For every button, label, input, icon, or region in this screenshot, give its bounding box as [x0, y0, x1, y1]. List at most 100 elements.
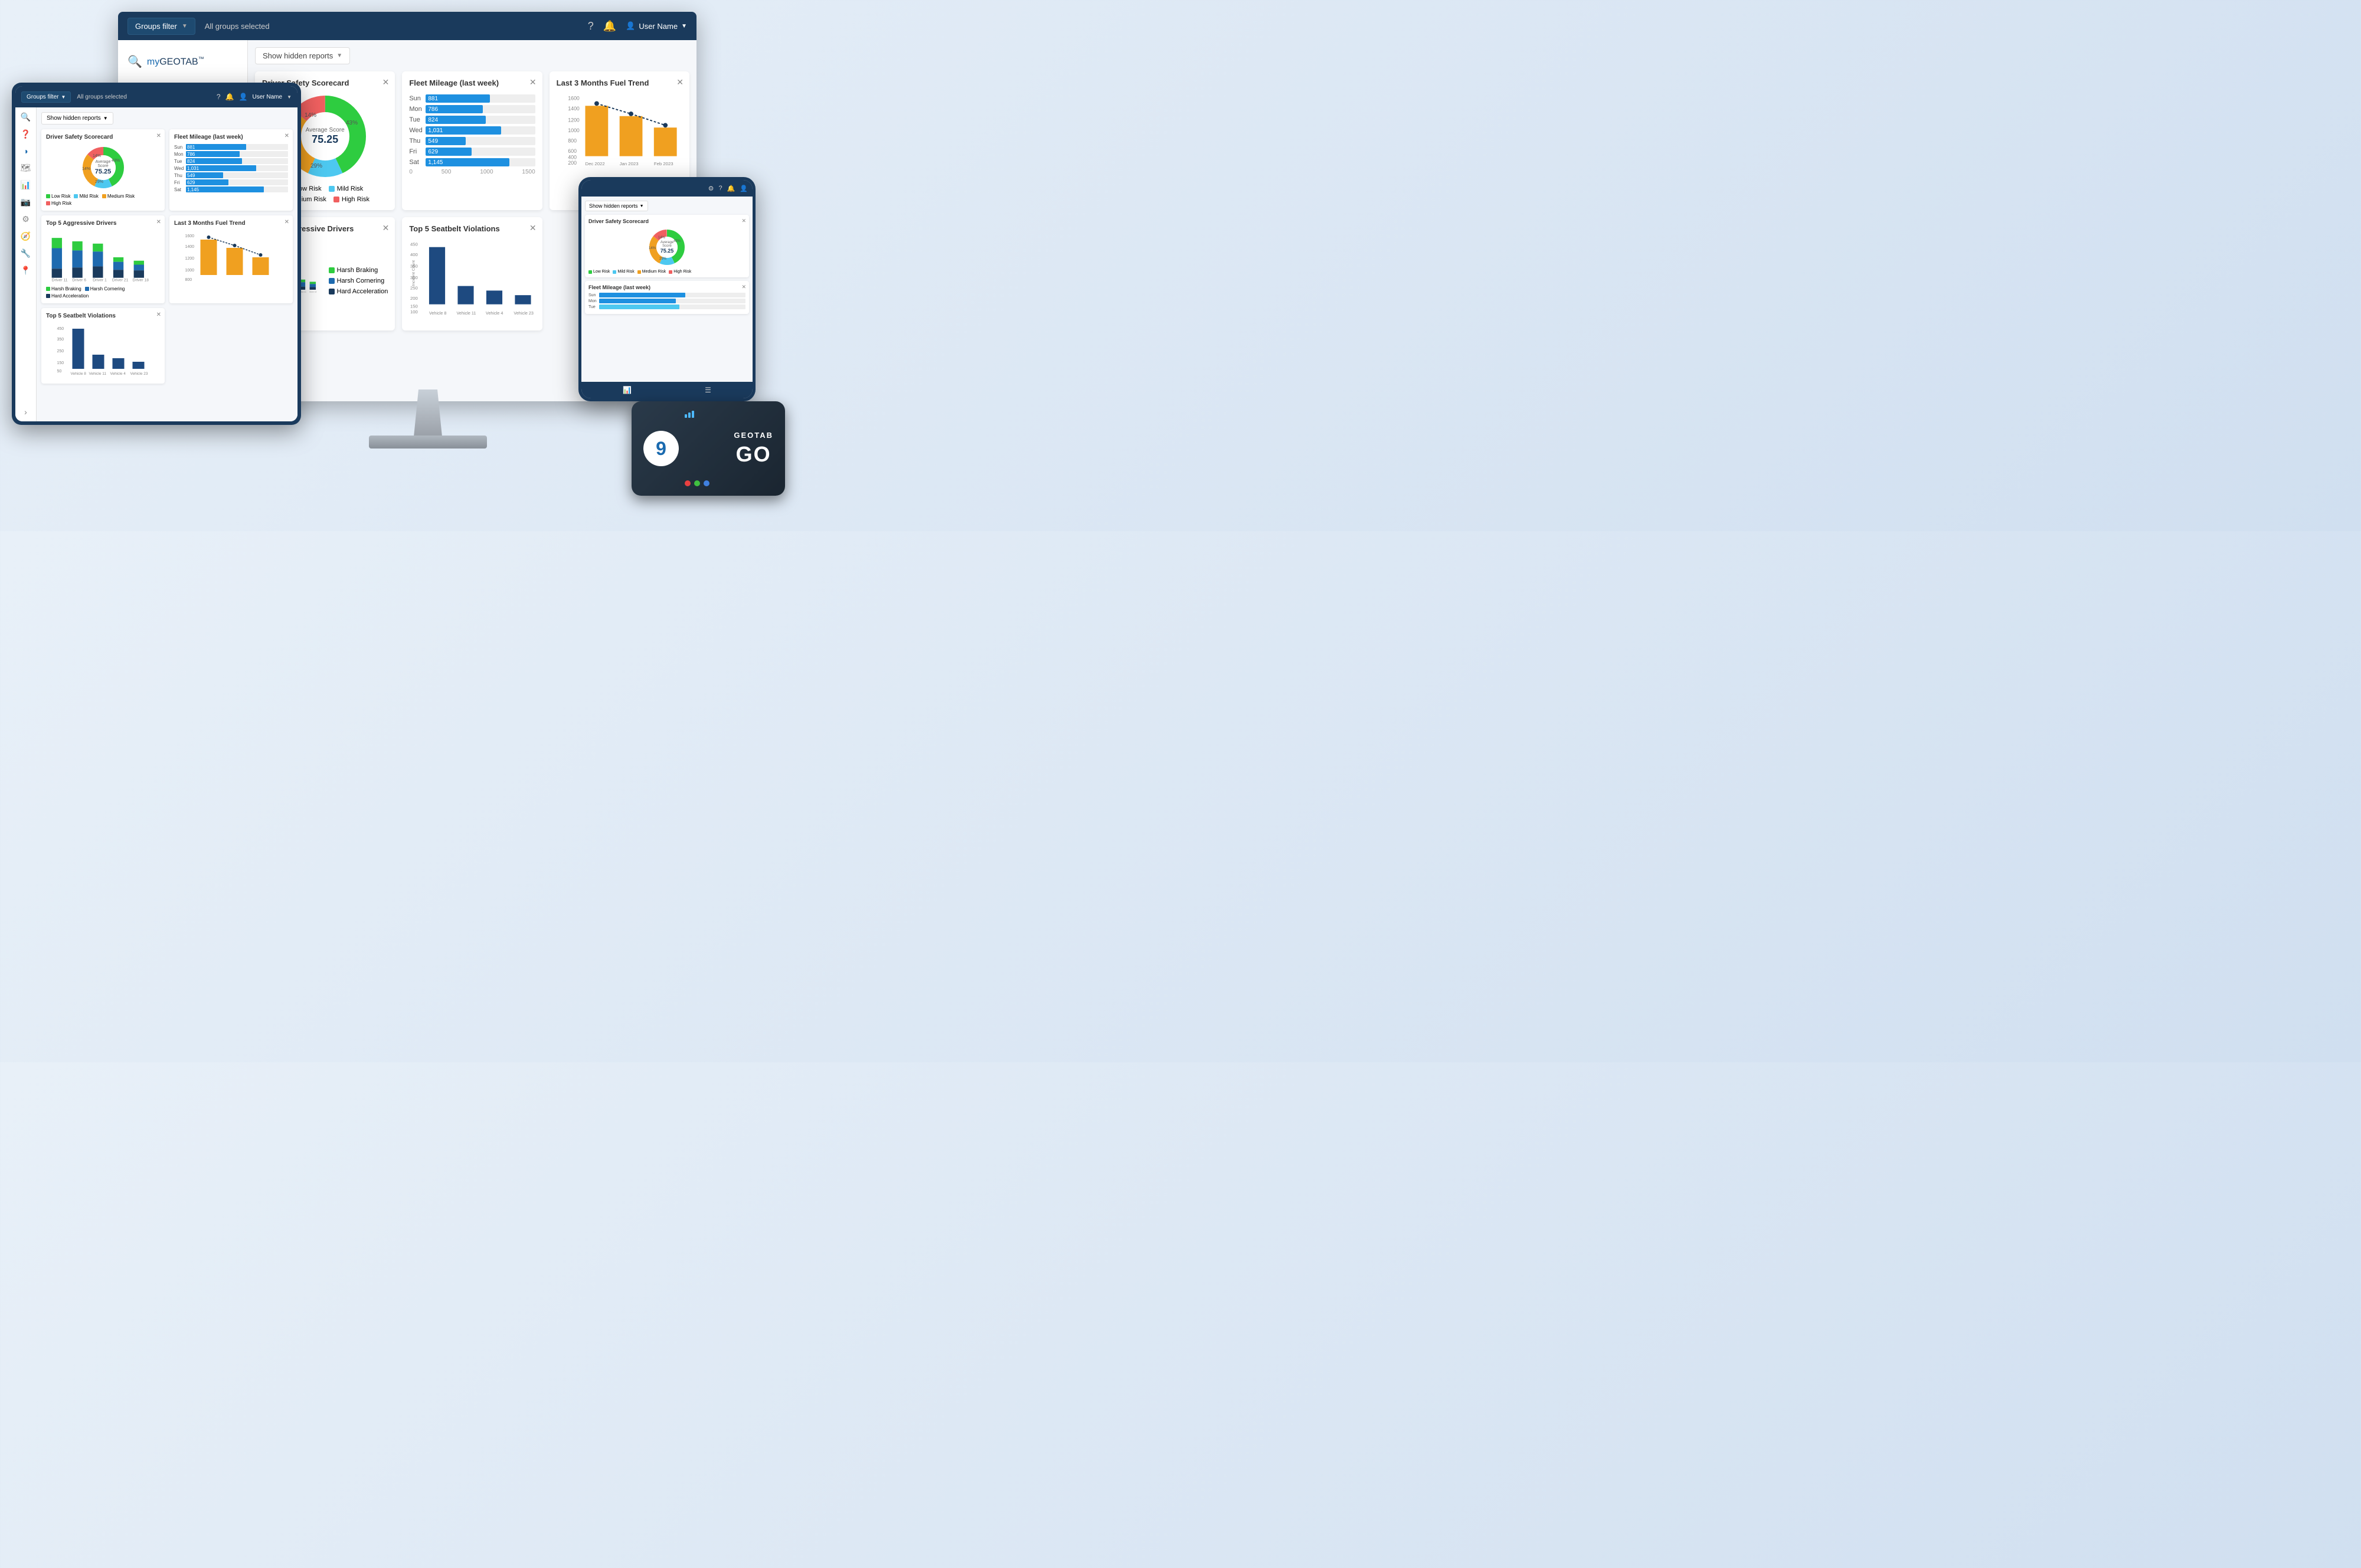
tablet-card-aggressive-drivers: Top 5 Aggressive Drivers — [41, 215, 165, 303]
svg-text:43%: 43% — [346, 120, 358, 126]
tablet-pin-icon[interactable]: 📍 — [21, 266, 31, 276]
card-close-button[interactable] — [529, 223, 537, 233]
tablet-card-title: Top 5 Aggressive Drivers — [46, 220, 160, 227]
mobile-help-icon[interactable]: ? — [718, 185, 722, 192]
tablet-card-close-button[interactable] — [156, 133, 161, 139]
svg-text:Vehicle 8: Vehicle 8 — [429, 310, 447, 316]
logo-geotab: GEOTAB — [159, 57, 198, 67]
tablet-bar-label: Sat — [174, 187, 186, 192]
mobile-bottom-dashboard-icon[interactable]: 📊 — [623, 386, 632, 394]
all-groups-text: All groups selected — [205, 22, 270, 31]
svg-text:1000: 1000 — [568, 127, 580, 133]
help-icon[interactable]: ? — [588, 20, 594, 32]
mobile-bottom-menu-icon[interactable]: ☰ — [705, 386, 711, 394]
card-close-button[interactable] — [382, 77, 390, 87]
svg-text:350: 350 — [57, 338, 64, 342]
tablet-bar-track: 824 — [186, 158, 288, 164]
tablet-compass-icon[interactable]: 🧭 — [21, 231, 31, 241]
tablet-user-icon[interactable]: 👤 — [239, 93, 248, 101]
tablet-card-title: Last 3 Months Fuel Trend — [174, 220, 288, 227]
mobile-bar-fill — [599, 299, 676, 303]
tablet-video-icon[interactable]: 📷 — [21, 197, 31, 207]
card-title: Top 5 Seatbelt Violations — [409, 224, 535, 233]
svg-text:14%: 14% — [649, 247, 656, 250]
tablet-show-hidden-label: Show hidden reports — [47, 115, 101, 122]
svg-text:14%: 14% — [658, 236, 666, 240]
svg-text:450: 450 — [57, 327, 64, 331]
mobile-bell-icon[interactable]: 🔔 — [727, 185, 735, 192]
svg-text:1200: 1200 — [568, 117, 580, 123]
show-hidden-reports-button[interactable]: Show hidden reports ▼ — [255, 47, 350, 64]
bar-track: 824 — [426, 116, 535, 124]
tablet-card-close-button[interactable] — [156, 312, 161, 318]
tablet-expand-icon[interactable]: › — [24, 407, 27, 417]
tablet-cards-grid: Driver Safety Scorecard 14% 14% — [41, 129, 293, 384]
monitor-top-nav: Groups filter ▼ All groups selected ? 🔔 … — [118, 12, 696, 40]
tablet-legend-harsh-cornering: Harsh Cornering — [85, 286, 125, 292]
legend-item-mild-risk: Mild Risk — [329, 185, 364, 192]
svg-text:450: 450 — [410, 242, 418, 247]
tablet-show-hidden-button[interactable]: Show hidden reports ▼ — [41, 112, 113, 125]
svg-text:Dec 2022: Dec 2022 — [585, 161, 604, 166]
tablet-settings-icon[interactable]: ⚙ — [22, 214, 30, 224]
tablet-card-close-button[interactable] — [285, 133, 289, 139]
geotab-signal-bars — [685, 411, 694, 418]
mobile-card-close-button[interactable] — [741, 218, 746, 224]
card-close-button[interactable] — [676, 77, 684, 87]
bell-icon[interactable]: 🔔 — [603, 20, 616, 32]
svg-text:100: 100 — [410, 309, 418, 315]
mobile-donut-center: Average Score 75.25 — [657, 241, 678, 254]
card-close-button[interactable] — [382, 223, 390, 233]
tablet-bar-track: 881 — [186, 144, 288, 150]
groups-filter-button[interactable]: Groups filter ▼ — [127, 18, 195, 35]
mobile-show-hidden-button[interactable]: Show hidden reports ▼ — [585, 201, 648, 211]
tablet-analytics-icon[interactable]: 📊 — [21, 180, 31, 190]
bar-row-mon: Mon 786 — [409, 105, 535, 113]
tablet-medium-risk-label: Medium Risk — [107, 194, 135, 199]
tablet-bar-row-mon: Mon 786 — [174, 151, 288, 157]
user-name: User Name — [639, 22, 678, 31]
card-close-button[interactable] — [529, 77, 537, 87]
signal-bar-2 — [688, 413, 691, 418]
tablet-bar-label: Thu — [174, 173, 186, 178]
bar-track: 1,031 — [426, 126, 535, 135]
tablet-dashboard-icon[interactable]: ◑ — [23, 146, 28, 156]
legend-hard-acceleration: Hard Acceleration — [329, 288, 388, 295]
mobile-card-close-button[interactable] — [741, 284, 746, 290]
tablet-bar-track: 1,031 — [186, 165, 288, 171]
high-risk-label: High Risk — [342, 196, 369, 203]
user-button[interactable]: 👤 User Name ▼ — [626, 21, 687, 31]
bar-fill: 629 — [426, 148, 472, 156]
tablet-bar-fill: 786 — [186, 151, 240, 157]
harsh-cornering-dot — [329, 278, 335, 284]
svg-text:200: 200 — [568, 160, 577, 166]
donut-center-value: 75.25 — [306, 133, 345, 146]
tablet-stacked-legend: Harsh Braking Harsh Cornering Hard Accel… — [46, 286, 160, 299]
tablet-card-close-button[interactable] — [285, 219, 289, 225]
donut-center-label: Average Score — [306, 127, 345, 133]
mobile-user-icon[interactable]: 👤 — [740, 185, 748, 192]
mobile-card-driver-safety: Driver Safety Scorecard 14% 14% 43% 29% — [585, 215, 749, 277]
tablet-help-icon[interactable]: ? — [217, 93, 221, 101]
tablet-bell-icon[interactable]: 🔔 — [225, 93, 234, 101]
tablet-top-nav: Groups filter ▼ All groups selected ? 🔔 … — [15, 86, 297, 107]
tablet-card-close-button[interactable] — [156, 219, 161, 225]
tablet-gear-icon[interactable]: 🔧 — [21, 248, 31, 258]
tablet-user-name: User Name — [253, 94, 283, 100]
tablet-filter-arrow: ▼ — [61, 94, 66, 100]
mobile-bar-row-sun: Sun — [588, 293, 745, 297]
mobile-dropdown-arrow: ▼ — [640, 204, 644, 208]
axis-label: 0 — [409, 169, 413, 175]
mobile-content-area: Show hidden reports ▼ Driver Safety Scor… — [581, 197, 753, 382]
tablet-card-title: Top 5 Seatbelt Violations — [46, 313, 160, 319]
tablet-legend-harsh-braking: Harsh Braking — [46, 286, 81, 292]
tablet-harsh-braking-dot — [46, 287, 50, 291]
tablet-help-circle-icon[interactable]: ❓ — [21, 129, 31, 139]
tablet-search-icon[interactable]: 🔍 — [21, 112, 31, 122]
tablet-map-icon[interactable]: 🗺 — [21, 163, 31, 173]
fuel-trend-chart: 1600 1400 1200 1000 800 600 400 200 — [557, 92, 682, 169]
tablet-groups-filter-button[interactable]: Groups filter ▼ — [21, 91, 71, 103]
sidebar-logo: 🔍 myGEOTAB™ — [118, 50, 247, 78]
mobile-low-risk-label: Low Risk — [593, 270, 610, 274]
tablet-user-arrow: ▼ — [287, 94, 292, 100]
